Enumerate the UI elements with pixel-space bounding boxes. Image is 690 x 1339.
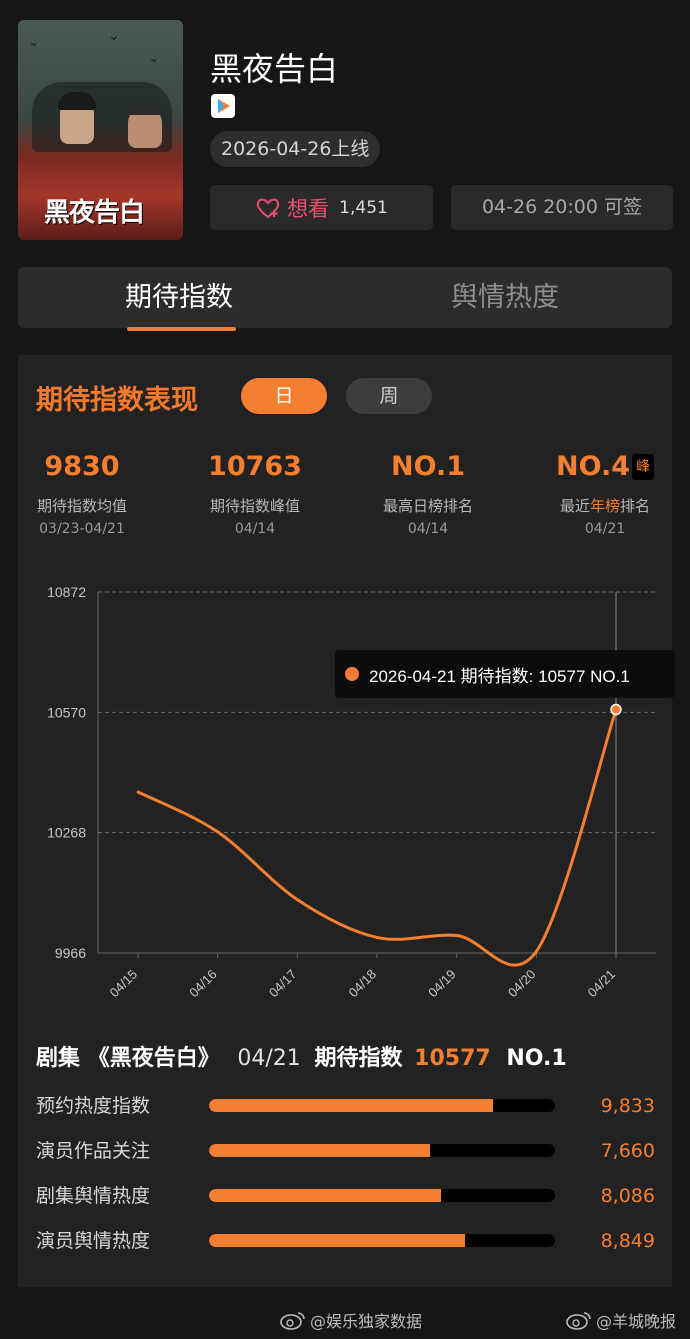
poster-person-right (128, 103, 162, 148)
y-tick-label: 9966 (55, 945, 86, 961)
metric-label: 演员作品关注 (36, 1140, 151, 1162)
y-tick-label: 10570 (47, 704, 86, 720)
detail-index-value: 10577 (414, 1046, 491, 1071)
poster-bird-icon: ⌄ (148, 50, 160, 66)
data-point (610, 703, 622, 716)
stat-value: 9830 (44, 451, 120, 482)
stat-label: 期待指数均值 (36, 497, 127, 515)
detail-header: 剧集 《黑夜告白》 04/21 期待指数 10577 NO.1 (36, 1040, 567, 1072)
x-tick-label: 04/20 (505, 967, 539, 1001)
watermark-right: @羊城晚报 (566, 1308, 676, 1332)
x-tick-label: 04/19 (425, 967, 459, 1001)
toggle-week-button[interactable]: 周 (346, 378, 432, 414)
detail-show-name: 《黑夜告白》 (87, 1046, 220, 1071)
stat-label-pre: 最近 (559, 497, 590, 515)
metric-value: 8,849 (600, 1230, 655, 1252)
toggle-day-button[interactable]: 日 (241, 378, 327, 414)
stat-value: NO.4 (556, 451, 630, 482)
series-line (136, 708, 618, 967)
tooltip-dot (345, 667, 359, 681)
peak-badge: 峰 (632, 454, 654, 480)
stat-date: 03/23-04/21 (39, 521, 125, 537)
y-tick-label: 10872 (47, 584, 86, 600)
tab-expectation-index[interactable]: 期待指数 (125, 267, 233, 328)
tab-public-opinion[interactable]: 舆情热度 (451, 267, 559, 328)
x-tick-label: 04/17 (266, 967, 300, 1001)
metric-value: 9,833 (600, 1095, 655, 1117)
watermark-text: @羊城晚报 (596, 1312, 677, 1331)
poster-bird-icon: ⌄ (28, 34, 40, 50)
metric-bar-track (209, 1234, 555, 1247)
detail-rank: NO.1 (506, 1046, 567, 1071)
poster-title-art: 黑夜告白 (44, 198, 145, 228)
metric-label: 预约热度指数 (36, 1095, 151, 1117)
metric-bar-fill (209, 1234, 466, 1247)
metric-value: 8,086 (600, 1185, 655, 1207)
platform-logo-icon[interactable] (211, 94, 235, 118)
stat-peak: 10763 期待指数峰值 04/14 (170, 450, 340, 537)
weibo-icon (280, 1312, 305, 1330)
weibo-icon (566, 1312, 591, 1330)
metric-row: 演员作品关注 7,660 (36, 1136, 656, 1166)
metric-bar-track (209, 1099, 555, 1112)
want-count: 1,451 (339, 197, 388, 218)
stat-label: 最高日榜排名 (382, 497, 473, 515)
watermark-left: @娱乐独家数据 (280, 1308, 422, 1332)
metric-bar-fill (209, 1189, 441, 1202)
stat-label-post: 排名 (620, 497, 651, 515)
want-to-watch-button[interactable]: 想看 1,451 (210, 185, 433, 230)
stat-date: 04/14 (407, 521, 449, 537)
stat-value-wrap: NO.4 峰 (520, 450, 690, 484)
metric-value: 7,660 (600, 1140, 655, 1162)
metric-bar-fill (209, 1099, 493, 1112)
sign-time-button[interactable]: 04-26 20:00 可签 (451, 185, 673, 230)
y-tick-label: 10268 (47, 825, 86, 841)
metric-row: 预约热度指数 9,833 (36, 1091, 656, 1121)
heart-plus-icon (256, 198, 280, 218)
watermark-text: @娱乐独家数据 (310, 1312, 423, 1331)
active-tab-indicator (127, 327, 236, 331)
tooltip-text: 2026-04-21 期待指数: 10577 NO.1 (369, 666, 630, 686)
stat-value: NO.1 (391, 451, 465, 482)
want-label: 想看 (287, 196, 330, 221)
metric-label: 剧集舆情热度 (36, 1185, 151, 1207)
metric-bar-track (209, 1189, 555, 1202)
stat-label: 最近年榜排名 (520, 495, 690, 516)
stat-annual-rank: NO.4 峰 最近年榜排名 04/21 (520, 450, 690, 537)
poster-person-left (58, 92, 96, 144)
chart-tooltip: 2026-04-21 期待指数: 10577 NO.1 (335, 650, 675, 698)
metric-bar-track (209, 1144, 555, 1157)
poster-bird-icon: ⌄ (108, 28, 120, 44)
x-tick-label: 04/15 (107, 967, 141, 1001)
stat-date: 04/21 (584, 521, 626, 537)
detail-category: 剧集 (36, 1046, 81, 1071)
drama-title: 黑夜告白 (210, 50, 339, 88)
poster-image[interactable]: ⌄ ⌄ ⌄ 黑夜告白 (18, 20, 183, 240)
metric-row: 剧集舆情热度 8,086 (36, 1181, 656, 1211)
stat-best-daily-rank: NO.1 最高日榜排名 04/14 (343, 450, 513, 537)
stat-label: 期待指数峰值 (209, 497, 300, 515)
stat-average: 9830 期待指数均值 03/23-04/21 (0, 450, 167, 537)
tab-bar: 期待指数 舆情热度 (18, 267, 672, 328)
x-tick-label: 04/18 (346, 967, 380, 1001)
x-tick-label: 04/21 (585, 967, 619, 1001)
x-tick-label: 04/16 (186, 967, 220, 1001)
metric-bar-fill (209, 1144, 431, 1157)
metric-label: 演员舆情热度 (36, 1230, 151, 1252)
release-date-badge: 2026-04-26上线 (210, 131, 381, 167)
section-title: 期待指数表现 (36, 385, 198, 416)
metric-row: 演员舆情热度 8,849 (36, 1226, 656, 1256)
stat-date: 04/14 (234, 521, 276, 537)
detail-date: 04/21 (237, 1046, 301, 1071)
detail-index-label: 期待指数 (314, 1046, 403, 1071)
expectation-line-chart[interactable]: 10872 10570 10268 9966 04/15 04/16 04/17 04/18 0… (0, 560, 690, 1020)
stat-value: 10763 (208, 451, 302, 482)
stat-label-highlight: 年榜 (589, 497, 620, 515)
